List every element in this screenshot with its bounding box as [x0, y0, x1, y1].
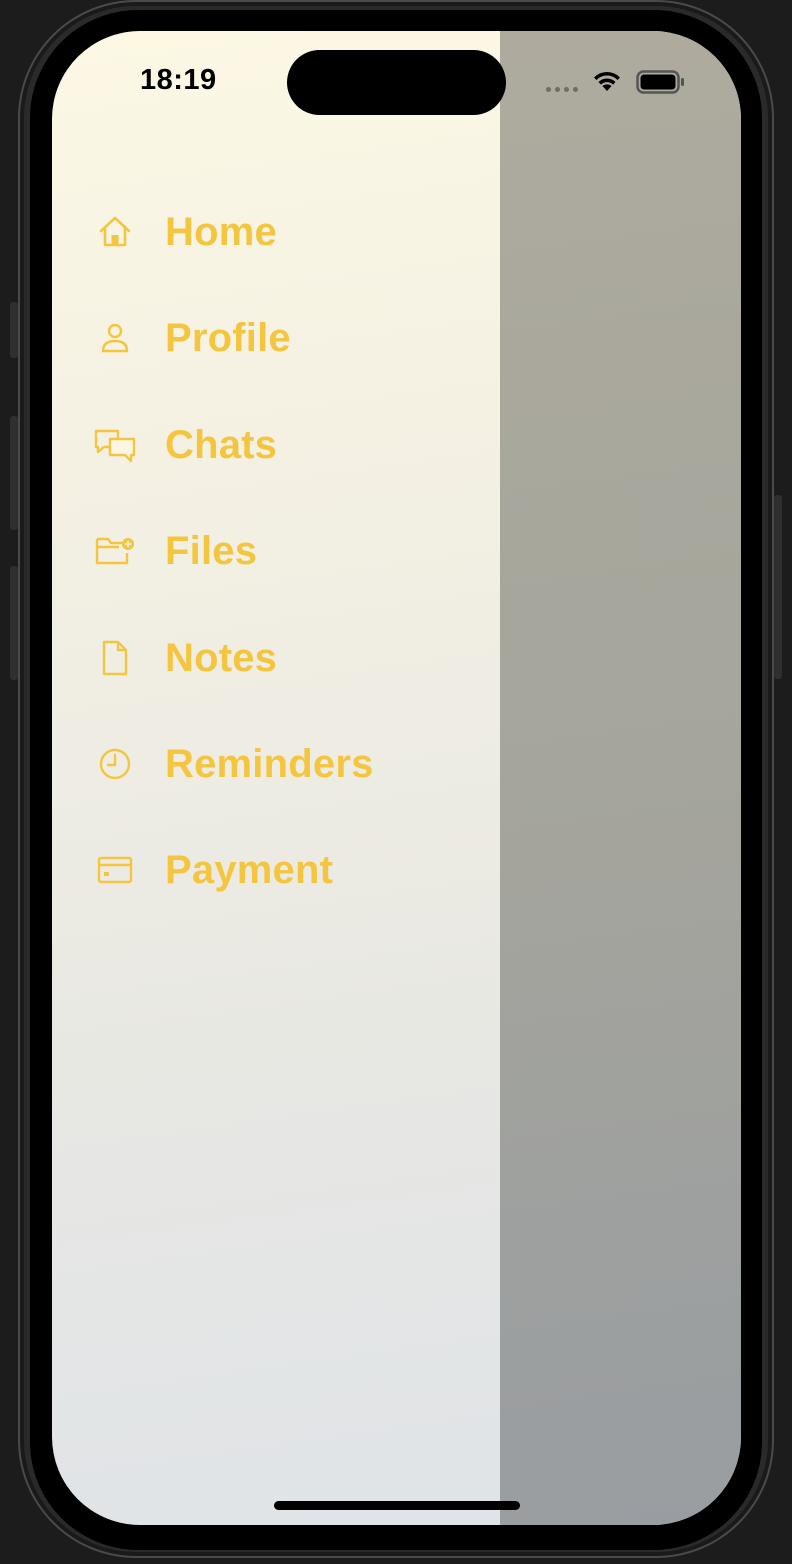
person-icon	[92, 315, 138, 361]
battery-icon	[636, 70, 684, 94]
menu-item-label: Chats	[165, 422, 278, 467]
menu-item-label: Payment	[165, 847, 334, 892]
menu-item-label: Notes	[165, 635, 278, 680]
menu-item-label: Profile	[165, 315, 291, 360]
credit-card-icon	[92, 847, 138, 893]
menu-item-payment[interactable]: Payment	[92, 840, 422, 900]
chat-bubbles-icon	[92, 422, 138, 468]
menu-item-label: Reminders	[165, 741, 374, 786]
cellular-signal-icon	[546, 87, 582, 93]
dynamic-island	[287, 50, 506, 115]
action-button	[10, 302, 18, 358]
drawer-dim-overlay[interactable]	[500, 31, 741, 1525]
menu-item-chats[interactable]: Chats	[92, 415, 422, 475]
menu-item-notes[interactable]: Notes	[92, 628, 422, 688]
power-button	[774, 495, 782, 679]
status-time: 18:19	[140, 64, 217, 96]
home-indicator[interactable]	[274, 1501, 520, 1510]
volume-up-button	[10, 416, 18, 530]
document-icon	[92, 635, 138, 681]
volume-down-button	[10, 566, 18, 680]
menu-item-label: Files	[165, 528, 258, 573]
menu-item-profile[interactable]: Profile	[92, 308, 422, 368]
clock-icon	[92, 741, 138, 787]
menu-item-reminders[interactable]: Reminders	[92, 734, 422, 794]
screen: 18:19 Home Profile Chats Files Notes Rem…	[52, 31, 741, 1525]
wifi-icon	[594, 71, 620, 91]
menu-item-label: Home	[165, 209, 277, 254]
menu-item-files[interactable]: Files	[92, 521, 422, 581]
menu-item-home[interactable]: Home	[92, 202, 422, 262]
folder-add-icon	[92, 528, 138, 574]
home-icon	[92, 209, 138, 255]
